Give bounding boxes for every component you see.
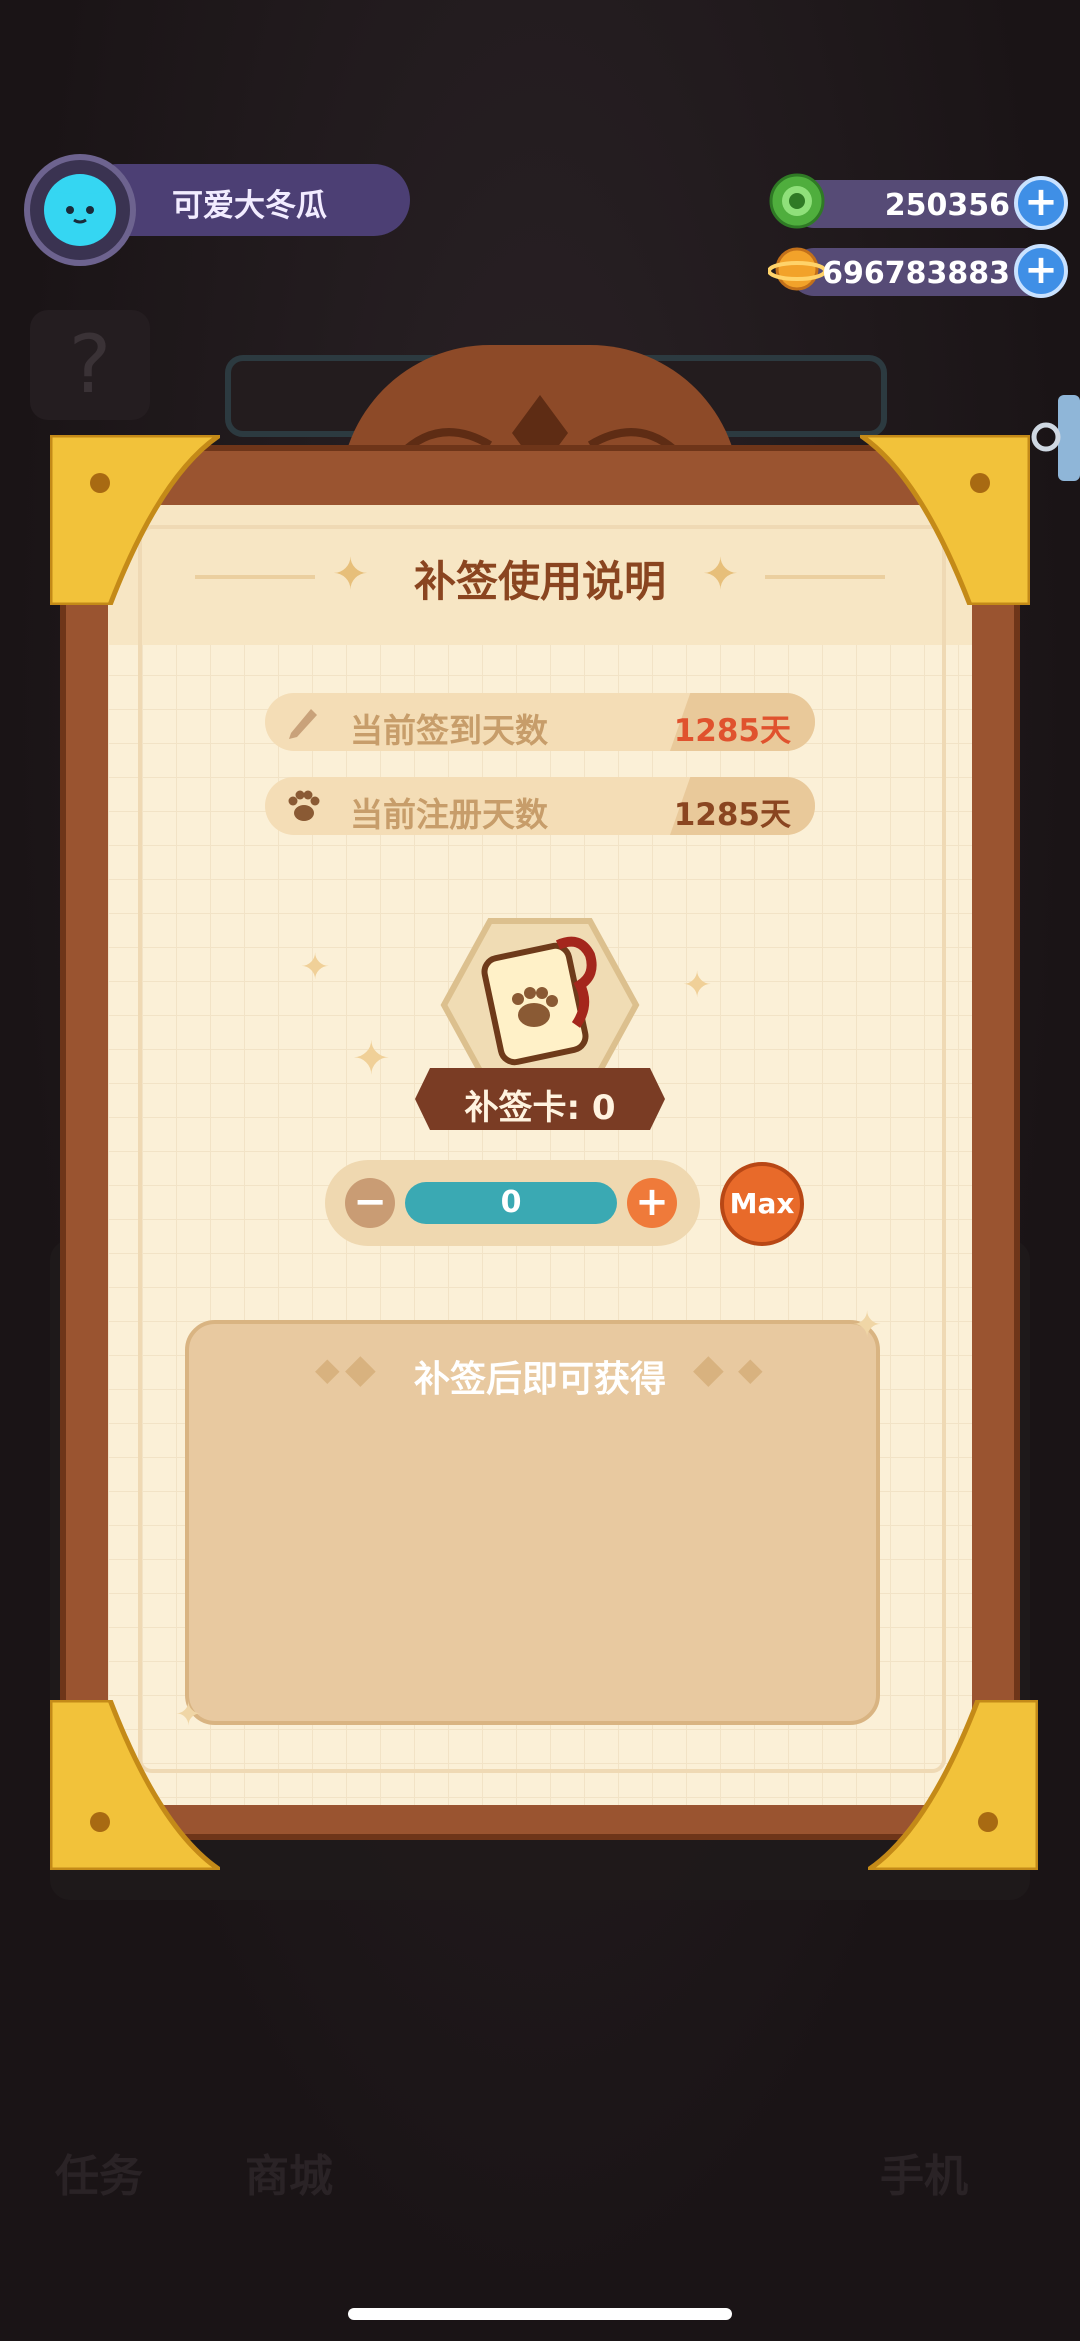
checkin-days-row: 当前签到天数 1285天 — [265, 693, 815, 751]
side-clip-icon[interactable] — [1030, 395, 1080, 485]
checkin-days-label: 当前签到天数 — [350, 711, 548, 750]
planet-coin-value: 696783883 — [822, 256, 1010, 291]
register-days-value: 1285天 — [673, 797, 791, 833]
green-coin-value: 250356 — [884, 188, 1010, 223]
nav-task-label: 任务 — [55, 2151, 143, 2202]
currency-green: 250356 + — [768, 173, 1068, 230]
card-count-label: 补签卡: 0 — [464, 1088, 616, 1128]
avatar[interactable] — [24, 154, 136, 266]
add-green-coin-button[interactable]: + — [1014, 176, 1068, 230]
dialog-title: 补签使用说明 — [413, 557, 666, 606]
sparkle-icon: ✦ — [352, 1031, 391, 1085]
rewards-title: 补签后即可获得 — [413, 1359, 666, 1400]
sparkle-icon: ✦ — [175, 1695, 202, 1733]
nav-phone-label: 手机 — [880, 2151, 968, 2202]
paw-icon — [288, 790, 320, 821]
checkin-days-value: 1285天 — [673, 713, 791, 749]
quantity-value[interactable]: 0 — [405, 1182, 617, 1224]
player-profile[interactable]: 可爱大冬瓜 — [22, 152, 410, 266]
sparkle-icon: ✦ — [682, 965, 713, 1006]
register-days-label: 当前注册天数 — [350, 795, 548, 834]
player-name: 可爱大冬瓜 — [172, 188, 327, 224]
add-planet-coin-button[interactable]: + — [1014, 244, 1068, 298]
increase-button[interactable]: + — [627, 1178, 677, 1228]
green-coin-icon — [769, 173, 825, 229]
currency-planet: 696783883 + — [768, 244, 1068, 298]
sparkle-icon: ✦ — [852, 1305, 883, 1346]
help-icon: ? — [30, 310, 150, 420]
decrease-button[interactable]: − — [345, 1178, 395, 1228]
planet-coin-icon — [768, 247, 826, 291]
register-days-row: 当前注册天数 1285天 — [265, 777, 815, 835]
pencil-icon — [289, 709, 317, 739]
quantity-stepper: − 0 + — [325, 1160, 700, 1246]
sparkle-icon: ✦ — [300, 947, 331, 988]
corner-ornament-icon — [868, 1700, 1038, 1870]
cat-avatar-icon — [44, 174, 116, 246]
home-indicator[interactable] — [348, 2308, 732, 2320]
max-button[interactable]: Max — [720, 1162, 804, 1246]
nav-shop-label: 商城 — [245, 2151, 333, 2202]
